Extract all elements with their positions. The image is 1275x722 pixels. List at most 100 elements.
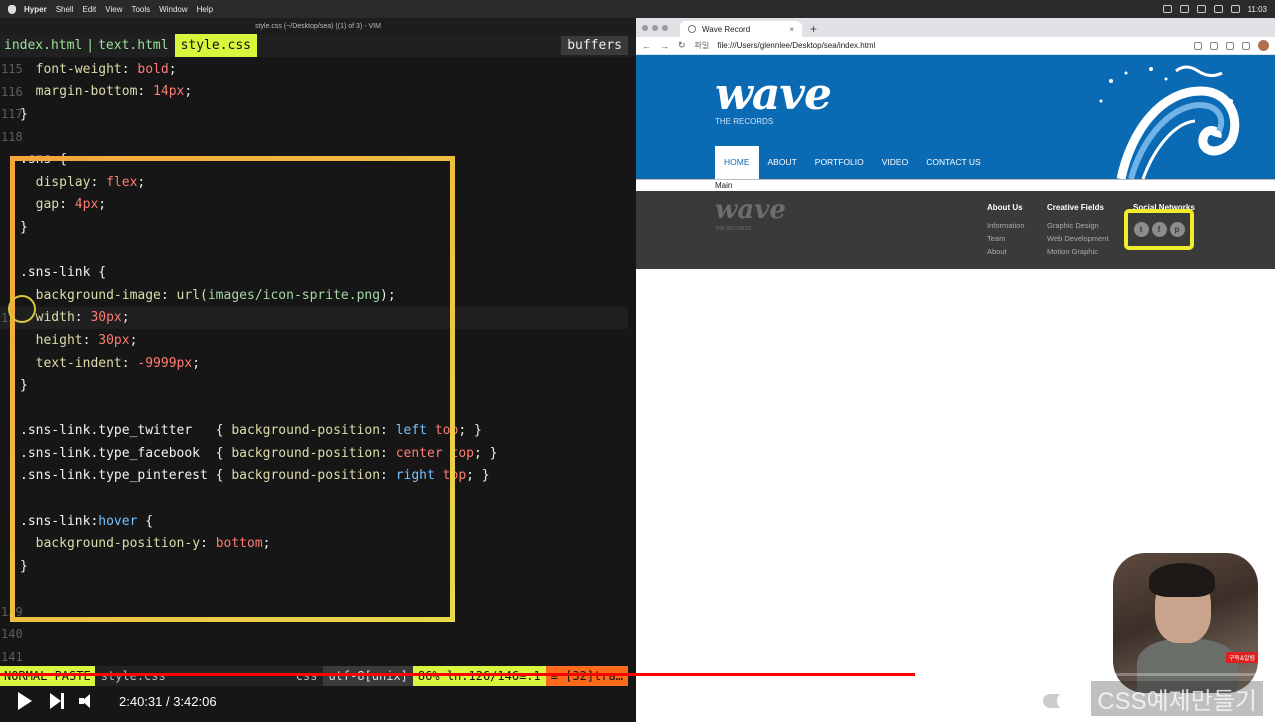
code-line[interactable]: background-position-y: bottom; — [0, 532, 628, 555]
share-icon[interactable] — [1194, 41, 1202, 50]
code-line[interactable]: } — [0, 374, 628, 397]
code-line[interactable]: display: flex; — [0, 171, 628, 194]
autoplay-toggle[interactable] — [1043, 692, 1075, 710]
code-line[interactable]: } — [0, 555, 628, 578]
site-logo[interactable]: wave — [715, 69, 832, 120]
battery-icon[interactable] — [1213, 5, 1223, 13]
menu-tools[interactable]: Tools — [131, 5, 150, 14]
close-dot[interactable] — [642, 25, 648, 31]
code-line[interactable]: .sns { — [0, 148, 628, 171]
control-center-icon[interactable] — [1230, 5, 1240, 13]
twitter-icon[interactable]: t — [1133, 222, 1149, 237]
code-line[interactable]: .sns-link.type_pinterest { background-po… — [0, 465, 628, 488]
code-line[interactable] — [0, 397, 628, 420]
bookmark-icon[interactable] — [1210, 41, 1218, 50]
code-token: 4px — [74, 197, 99, 213]
code-text: } — [20, 378, 28, 393]
footer-link[interactable]: Web Development — [1047, 234, 1109, 243]
code-line[interactable]: 140 — [0, 623, 628, 646]
status-icon[interactable] — [1179, 5, 1189, 13]
minimize-dot[interactable] — [652, 25, 658, 31]
close-icon[interactable]: × — [789, 25, 794, 34]
vim-terminal[interactable]: style.css (~/Desktop/sea) ((1) of 3) - V… — [0, 18, 636, 722]
code-line[interactable]: .sns-link.type_facebook { background-pos… — [0, 442, 628, 465]
footer-link[interactable]: About — [987, 247, 1025, 256]
code-line[interactable]: height: 30px; — [0, 329, 628, 352]
code-line[interactable] — [0, 487, 628, 510]
code-line[interactable]: 117} — [0, 103, 628, 126]
code-line[interactable]: 139 — [0, 600, 628, 623]
code-line[interactable]: .sns-link.type_twitter { background-posi… — [0, 420, 628, 443]
code-line[interactable] — [0, 239, 628, 262]
code-line[interactable]: text-indent: -9999px; — [0, 352, 628, 375]
tab-index-html[interactable]: index.html — [0, 38, 86, 53]
footer-link[interactable]: Team — [987, 234, 1025, 243]
code-token: .sns-link: — [20, 513, 99, 529]
play-icon[interactable] — [18, 692, 32, 710]
code-token: : — [90, 174, 107, 190]
address-bar[interactable]: 파일 file:///Users/glennlee/Desktop/sea/in… — [695, 40, 1185, 51]
next-icon[interactable] — [50, 693, 64, 709]
menubar-clock[interactable]: 11:03 — [1248, 5, 1267, 14]
menu-edit[interactable]: Edit — [82, 5, 96, 14]
zoom-dot[interactable] — [662, 25, 668, 31]
code-token: ; } — [458, 423, 482, 439]
nav-home[interactable]: HOME — [715, 146, 759, 179]
menu-window[interactable]: Window — [159, 5, 187, 14]
code-text: text-indent: -9999px; — [20, 356, 200, 371]
profile-avatar[interactable] — [1258, 40, 1269, 51]
code-line[interactable]: 12 width: 30px; — [0, 306, 628, 330]
code-text: background-image: url(images/icon-sprite… — [20, 288, 396, 303]
code-editor[interactable]: 115 font-weight: bold; 116 margin-bottom:… — [0, 58, 628, 668]
tab-text-html[interactable]: text.html — [94, 38, 172, 53]
sidepanel-icon[interactable] — [1242, 41, 1250, 50]
footer-link[interactable]: Information — [987, 221, 1025, 230]
code-line[interactable]: 118 — [0, 126, 628, 149]
menu-bar: Hyper Shell Edit View Tools Window Help … — [0, 0, 1275, 18]
pinterest-icon[interactable]: p — [1169, 222, 1185, 237]
footer-link[interactable]: Graphic Design — [1047, 221, 1109, 230]
apple-icon[interactable] — [8, 4, 16, 14]
menu-view[interactable]: View — [105, 5, 122, 14]
extensions-icon[interactable] — [1226, 41, 1234, 50]
code-token: background-position — [231, 445, 381, 461]
wifi-icon[interactable] — [1196, 5, 1206, 13]
forward-icon[interactable]: → — [660, 41, 669, 51]
status-icon[interactable] — [1162, 5, 1172, 13]
code-line[interactable]: .sns-link { — [0, 261, 628, 284]
code-line[interactable]: } — [0, 216, 628, 239]
video-progress-bar[interactable] — [0, 673, 1275, 676]
code-line[interactable]: gap: 4px; — [0, 194, 628, 217]
new-tab-icon[interactable]: + — [810, 22, 817, 36]
nav-video[interactable]: VIDEO — [873, 146, 917, 179]
nav-portfolio[interactable]: PORTFOLIO — [806, 146, 873, 179]
menu-app-name[interactable]: Hyper — [24, 5, 47, 14]
code-line[interactable]: 116 margin-bottom: 14px; — [0, 81, 628, 104]
tab-style-css[interactable]: style.css — [174, 34, 258, 57]
menu-help[interactable]: Help — [197, 5, 213, 14]
code-token: } — [20, 558, 28, 574]
code-line[interactable]: 141 — [0, 645, 628, 668]
browser-tab[interactable]: Wave Record × — [680, 21, 802, 37]
back-icon[interactable]: ← — [642, 41, 651, 51]
code-line[interactable]: background-image: url(images/icon-sprite… — [0, 284, 628, 307]
footer-logo[interactable]: wave — [715, 195, 786, 225]
subscribe-badge[interactable]: 구독&알림 — [1225, 652, 1258, 663]
facebook-icon[interactable]: f — [1151, 222, 1167, 237]
nav-contact[interactable]: CONTACT US — [917, 146, 989, 179]
volume-icon[interactable] — [79, 694, 97, 708]
code-line[interactable] — [0, 578, 628, 601]
reload-icon[interactable]: ↻ — [678, 40, 686, 51]
played-bar — [0, 673, 916, 676]
code-line[interactable]: 115 font-weight: bold; — [0, 58, 628, 81]
code-token: left — [395, 423, 428, 439]
globe-icon — [688, 25, 696, 33]
address-url: file:///Users/glennlee/Desktop/sea/index… — [717, 41, 876, 50]
footer-link[interactable]: Motion Graphic — [1047, 247, 1109, 256]
nav-about[interactable]: ABOUT — [759, 146, 806, 179]
menu-shell[interactable]: Shell — [56, 5, 74, 14]
code-text: } — [20, 220, 28, 235]
code-line[interactable]: .sns-link:hover { — [0, 510, 628, 533]
